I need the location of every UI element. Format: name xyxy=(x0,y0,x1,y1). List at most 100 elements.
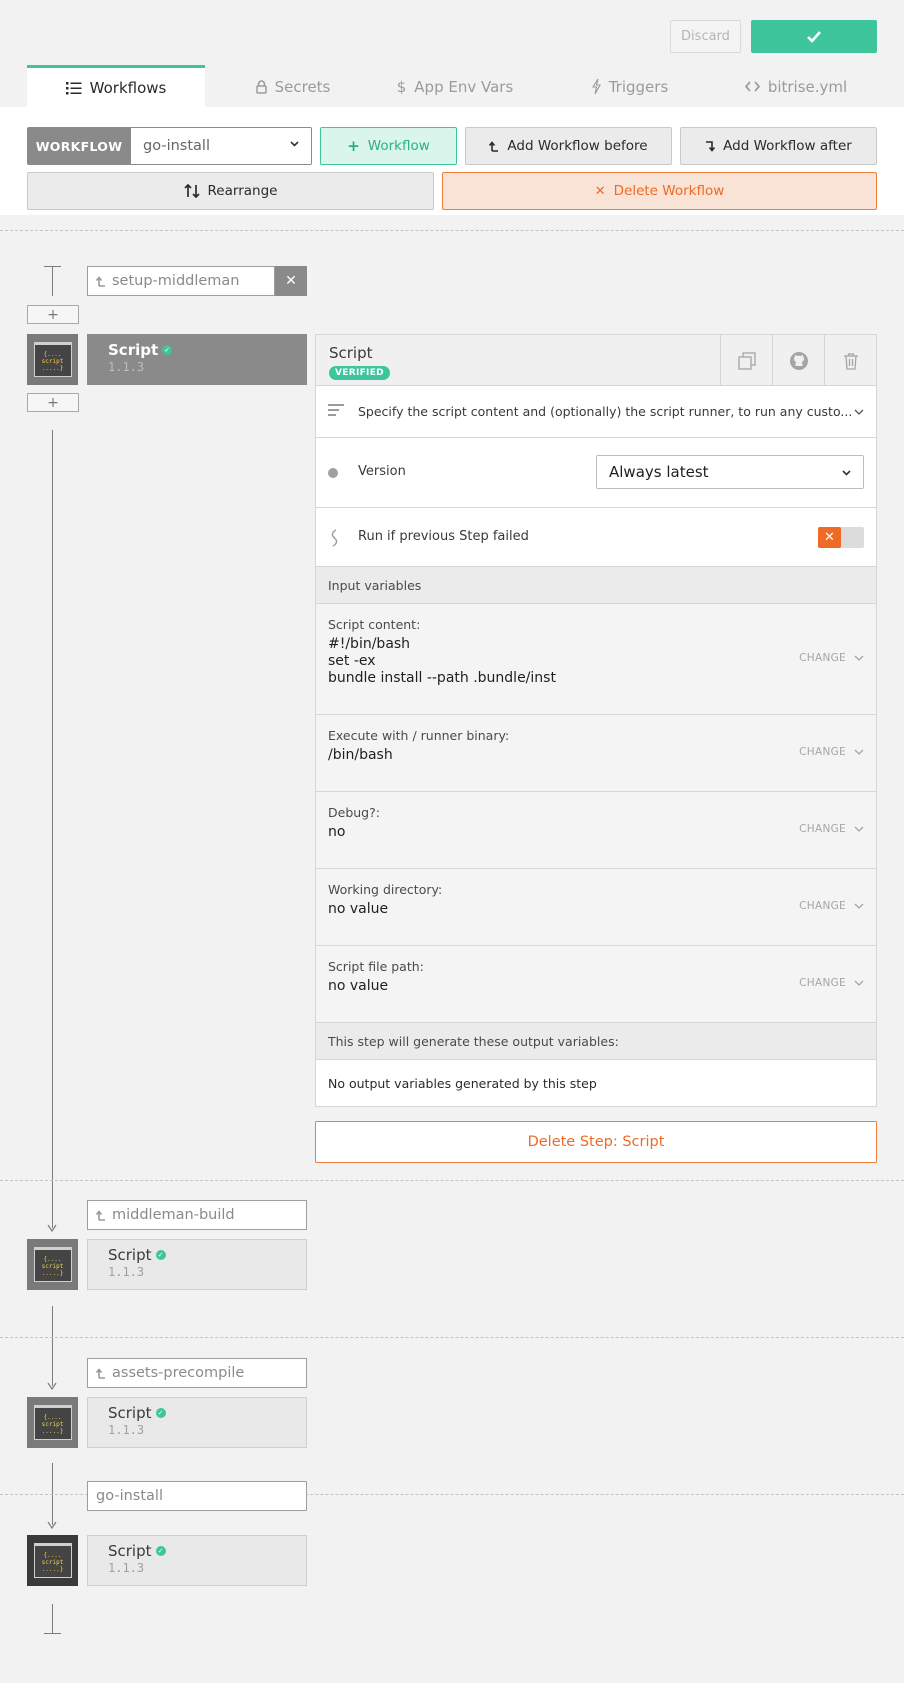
add-workflow-before-button[interactable]: Add Workflow before xyxy=(465,127,672,165)
discard-button[interactable]: Discard xyxy=(670,20,741,53)
verified-icon: ✓ xyxy=(162,345,173,355)
timeline-line xyxy=(52,266,53,296)
script-step-icon[interactable]: {.... script.....} xyxy=(27,334,78,385)
input-row-script-file-path[interactable]: Script file path: no value CHANGE xyxy=(315,946,877,1023)
arrow-up-left-icon xyxy=(489,140,499,152)
change-button[interactable]: CHANGE xyxy=(799,977,864,989)
input-label: Working directory: xyxy=(328,882,443,897)
arrow-up-left-icon xyxy=(96,1209,105,1221)
arrow-up-left-icon xyxy=(96,275,105,287)
chevron-down-icon xyxy=(290,141,299,147)
tab-triggers[interactable]: Triggers xyxy=(570,65,690,108)
change-button[interactable]: CHANGE xyxy=(799,900,864,912)
run-if-failed-row: Run if previous Step failed ✕ xyxy=(315,508,877,567)
add-step-button[interactable]: + xyxy=(27,393,79,412)
add-step-button[interactable]: + xyxy=(27,305,79,324)
arrow-down-icon xyxy=(47,1521,57,1529)
tab-app-env-vars-label: App Env Vars xyxy=(414,77,514,96)
add-workflow-after-label: Add Workflow after xyxy=(723,138,852,154)
status-dot-icon xyxy=(328,468,338,478)
input-row-script-content[interactable]: Script content: #!/bin/bash set -ex bund… xyxy=(315,604,877,715)
input-value: no value xyxy=(328,901,389,917)
step-description-row[interactable]: Specify the script content and (optional… xyxy=(315,386,877,438)
verified-icon: ✓ xyxy=(155,1250,166,1260)
input-label: Execute with / runner binary: xyxy=(328,728,510,743)
chevron-down-icon xyxy=(842,470,851,476)
script-step-icon[interactable]: {.... script.....} xyxy=(27,1535,78,1586)
broken-chain-icon xyxy=(331,529,338,547)
tab-bitrise-yml-label: bitrise.yml xyxy=(767,77,848,96)
workflow-name-label: go-install xyxy=(96,1488,163,1504)
output-variables-text: No output variables generated by this st… xyxy=(315,1060,877,1107)
version-select[interactable]: Always latest xyxy=(596,455,864,489)
rearrange-button[interactable]: Rearrange xyxy=(27,172,434,210)
workflow-select[interactable]: go-install xyxy=(130,127,312,165)
rearrange-label: Rearrange xyxy=(207,183,278,199)
step-detail-header: Script VERIFIED xyxy=(315,334,877,386)
delete-workflow-button[interactable]: ✕ Delete Workflow xyxy=(442,172,877,210)
tab-workflows-label: Workflows xyxy=(89,79,167,97)
chevron-down-icon xyxy=(854,903,864,909)
step-name: Script xyxy=(108,341,159,359)
workflow-name-label: setup-middleman xyxy=(112,273,240,289)
timeline-line xyxy=(52,430,53,1228)
tab-workflows[interactable]: Workflows xyxy=(27,65,205,108)
add-workflow-after-button[interactable]: Add Workflow after xyxy=(680,127,877,165)
change-button[interactable]: CHANGE xyxy=(799,652,864,664)
tab-secrets[interactable]: Secrets xyxy=(228,65,358,108)
step-card[interactable]: Script ✓ 1.1.3 xyxy=(87,1397,307,1448)
step-description: Specify the script content and (optional… xyxy=(358,404,853,419)
script-icon: {.... script.....} xyxy=(33,1404,72,1440)
script-step-icon[interactable]: {.... script.....} xyxy=(27,1397,78,1448)
change-button[interactable]: CHANGE xyxy=(799,746,864,758)
change-button[interactable]: CHANGE xyxy=(799,823,864,835)
divider xyxy=(0,1180,904,1181)
verified-icon: ✓ xyxy=(155,1546,166,1556)
step-card[interactable]: Script ✓ 1.1.3 xyxy=(87,1535,307,1586)
version-row: Version Always latest xyxy=(315,438,877,508)
arrow-down-right-icon xyxy=(706,140,716,152)
add-workflow-button[interactable]: + Workflow xyxy=(320,127,457,165)
step-version: 1.1.3 xyxy=(108,1423,145,1437)
github-icon xyxy=(789,351,808,370)
delete-workflow-label: Delete Workflow xyxy=(613,183,725,199)
step-card[interactable]: Script ✓ 1.1.3 xyxy=(87,1239,307,1290)
step-card-selected[interactable]: Script ✓ 1.1.3 xyxy=(87,334,307,385)
tab-bitrise-yml[interactable]: bitrise.yml xyxy=(726,65,866,108)
run-if-failed-toggle[interactable]: ✕ xyxy=(818,527,864,548)
add-workflow-label: Workflow xyxy=(367,138,430,154)
script-icon: {.... script.....} xyxy=(33,1542,72,1578)
chevron-down-icon xyxy=(854,749,864,755)
step-name: Script xyxy=(108,1246,152,1264)
step-version: 1.1.3 xyxy=(108,1561,145,1575)
input-row-debug[interactable]: Debug?: no CHANGE xyxy=(315,792,877,869)
step-name: Script xyxy=(108,1404,152,1422)
workflow-name-middleman-build: middleman-build xyxy=(87,1200,307,1230)
verified-icon: ✓ xyxy=(155,1408,166,1418)
close-icon: ✕ xyxy=(594,183,606,199)
delete-step-button[interactable]: Delete Step: Script xyxy=(315,1121,877,1163)
remove-workflow-button[interactable]: ✕ xyxy=(275,266,307,296)
version-label: Version xyxy=(358,464,406,479)
timeline-line xyxy=(52,1604,53,1634)
save-button[interactable] xyxy=(751,20,877,53)
input-row-runner-binary[interactable]: Execute with / runner binary: /bin/bash … xyxy=(315,715,877,792)
input-row-working-directory[interactable]: Working directory: no value CHANGE xyxy=(315,869,877,946)
checkmark-icon xyxy=(807,30,821,43)
description-icon xyxy=(328,404,344,416)
version-select-value: Always latest xyxy=(609,463,709,481)
workflow-select-value: go-install xyxy=(143,138,210,154)
timeline-cap xyxy=(44,1633,61,1634)
clone-step-button[interactable] xyxy=(720,335,772,386)
delete-step-icon-button[interactable] xyxy=(824,335,876,386)
arrow-down-icon xyxy=(47,1382,57,1390)
step-detail-panel: Script VERIFIED Specify the script conte… xyxy=(315,334,877,1107)
copy-icon xyxy=(737,351,756,370)
chevron-down-icon xyxy=(854,980,864,986)
script-step-icon[interactable]: {.... script.....} xyxy=(27,1239,78,1290)
tab-app-env-vars[interactable]: $ App Env Vars xyxy=(380,65,530,108)
run-if-failed-label: Run if previous Step failed xyxy=(358,529,529,544)
workflow-label: WORKFLOW xyxy=(27,127,131,165)
dollar-icon: $ xyxy=(396,77,407,96)
github-button[interactable] xyxy=(772,335,824,386)
